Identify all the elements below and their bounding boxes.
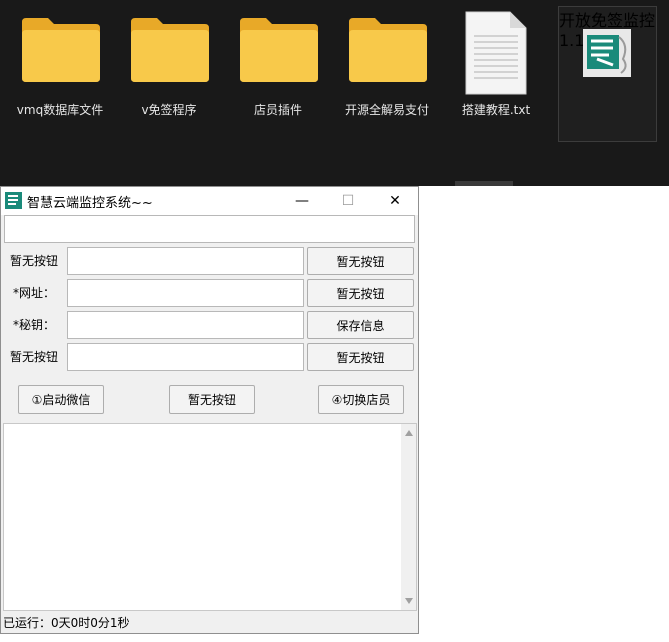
top-text-field[interactable]: [4, 215, 415, 243]
title-bar[interactable]: 智慧云端监控系统~~ — ☐ ✕: [1, 187, 418, 215]
file-name: 开源全解易支付: [344, 103, 429, 117]
row-label-1: 暂无按钮: [9, 254, 58, 268]
file-item-selected[interactable]: 开放免签监控 1.1.exe: [558, 6, 657, 142]
url-input[interactable]: [67, 279, 304, 307]
app-icon: [5, 192, 22, 209]
row-button-4[interactable]: 暂无按钮: [307, 343, 414, 371]
file-item[interactable]: 店员插件: [228, 0, 328, 186]
file-name: vmq数据库文件: [16, 103, 104, 117]
file-item[interactable]: 开源全解易支付: [337, 0, 437, 186]
row-input-4[interactable]: [67, 343, 304, 371]
status-bar: 已运行：0天0时0分1秒: [3, 616, 130, 630]
exe-app-icon: [583, 29, 631, 77]
folder-icon: [22, 18, 100, 82]
close-button[interactable]: ✕: [372, 187, 418, 215]
text-file-icon: [465, 11, 527, 95]
file-name: v免签程序: [141, 103, 197, 117]
save-info-button[interactable]: 保存信息: [307, 311, 414, 339]
start-wechat-button[interactable]: ①启动微信: [18, 385, 104, 414]
vertical-scrollbar[interactable]: [401, 424, 416, 610]
file-name: 店员插件: [253, 103, 302, 117]
row-button-1[interactable]: 暂无按钮: [307, 247, 414, 275]
folder-icon: [131, 18, 209, 82]
taskbar-highlight: [455, 181, 513, 186]
file-item[interactable]: vmq数据库文件: [10, 0, 110, 186]
secret-key-input[interactable]: [67, 311, 304, 339]
window-title: 智慧云端监控系统~~: [27, 196, 153, 211]
switch-clerk-button[interactable]: ④切换店员: [318, 385, 404, 414]
url-label: *网址：: [12, 286, 55, 300]
row-label-4: 暂无按钮: [9, 350, 58, 364]
log-textarea[interactable]: [3, 423, 417, 611]
file-item[interactable]: v免签程序: [119, 0, 219, 186]
folder-icon: [240, 18, 318, 82]
placeholder-button[interactable]: 暂无按钮: [169, 385, 255, 414]
row-button-2[interactable]: 暂无按钮: [307, 279, 414, 307]
file-name: 搭建教程.txt: [461, 103, 531, 117]
file-name-line1: 开放免签监控: [559, 11, 656, 30]
secret-key-label: *秘钥：: [12, 318, 55, 332]
file-explorer-view: vmq数据库文件 v免签程序 店员插件 开源全解易支付 搭建教程.txt 开放免…: [0, 0, 669, 186]
minimize-button[interactable]: —: [279, 187, 325, 215]
file-item[interactable]: 搭建教程.txt: [446, 0, 546, 186]
app-window: 智慧云端监控系统~~ — ☐ ✕ 暂无按钮 暂无按钮 *网址： 暂无按钮 *秘钥…: [0, 186, 419, 634]
row-input-1[interactable]: [67, 247, 304, 275]
maximize-button[interactable]: ☐: [325, 187, 371, 215]
folder-icon: [349, 18, 427, 82]
scroll-up-icon[interactable]: [405, 430, 413, 436]
scroll-down-icon[interactable]: [405, 598, 413, 604]
